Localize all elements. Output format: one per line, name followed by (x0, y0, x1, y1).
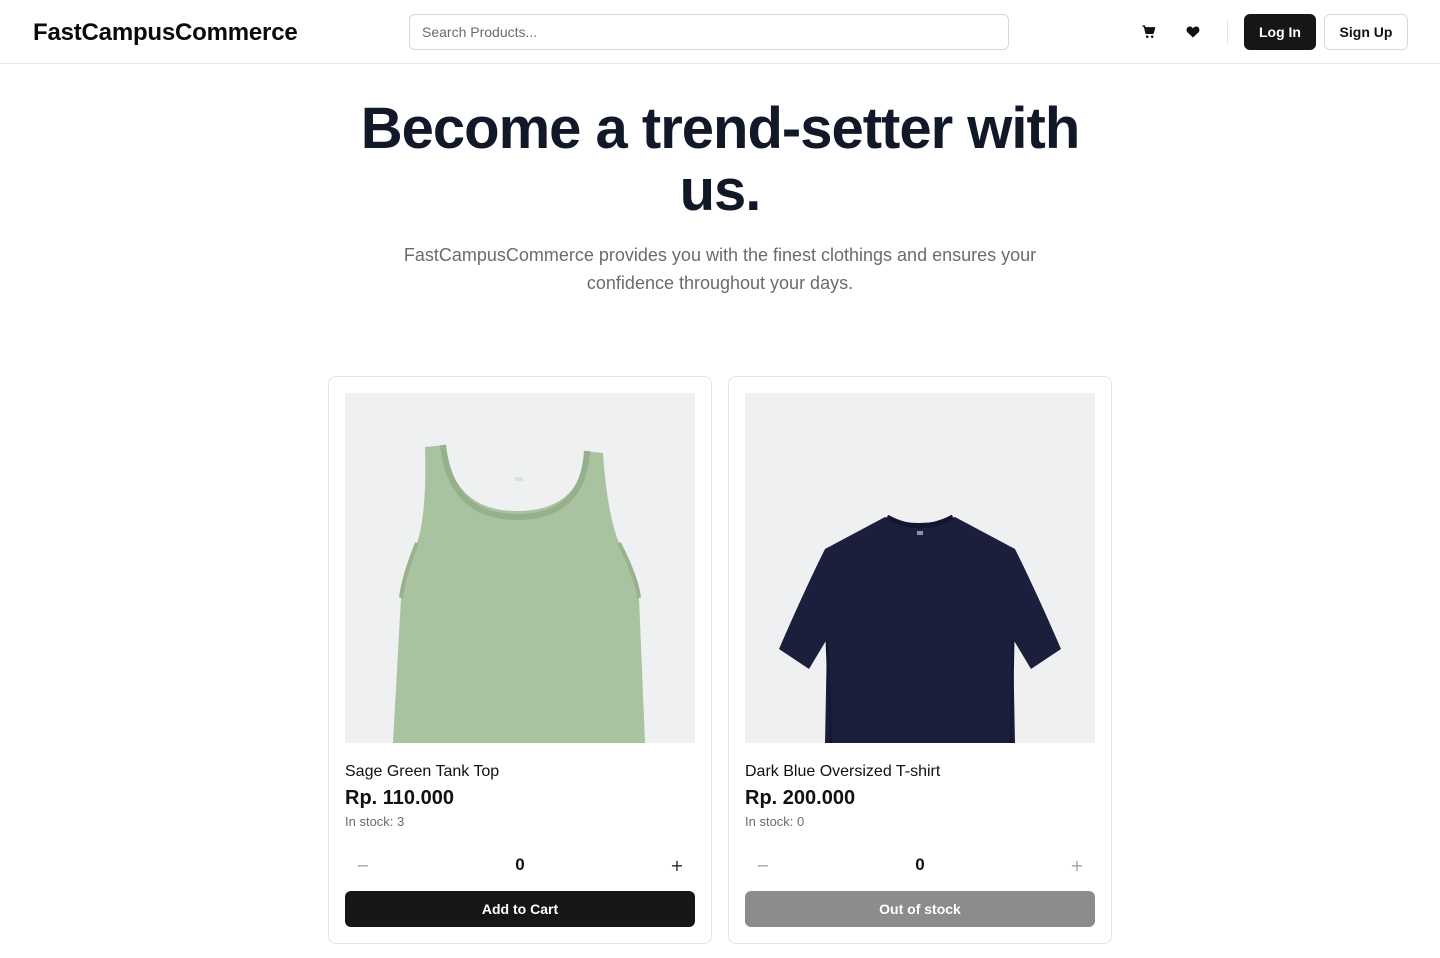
signup-button[interactable]: Sign Up (1324, 14, 1408, 50)
cart-icon (1142, 25, 1156, 38)
quantity-decrement-button[interactable]: − (345, 853, 381, 877)
product-card: Dark Blue Oversized T-shirt Rp. 200.000 … (728, 376, 1112, 944)
quantity-value: 0 (915, 855, 925, 874)
top-navbar: FastCampusCommerce Log In Sign Up (0, 0, 1440, 64)
hero-subtitle: FastCampusCommerce provides you with the… (403, 245, 1037, 293)
heart-icon (1186, 26, 1200, 38)
tank-top-image (345, 393, 695, 743)
product-stock: In stock: 3 (345, 814, 405, 829)
brand-logo[interactable]: FastCampusCommerce (33, 19, 298, 47)
tshirt-image (745, 393, 1095, 743)
login-button[interactable]: Log In (1244, 14, 1316, 50)
product-price: Rp. 200.000 (745, 787, 856, 809)
product-card: Sage Green Tank Top Rp. 110.000 In stock… (328, 376, 712, 944)
quantity-increment-button[interactable]: + (659, 853, 695, 877)
quantity-value: 0 (515, 855, 525, 874)
cart-button[interactable] (1133, 16, 1165, 48)
product-name[interactable]: Dark Blue Oversized T-shirt (745, 763, 940, 781)
wishlist-button[interactable] (1177, 16, 1209, 48)
product-image[interactable] (345, 393, 695, 743)
product-price: Rp. 110.000 (345, 787, 454, 809)
header-divider (1227, 20, 1228, 44)
quantity-increment-button[interactable]: + (1059, 853, 1095, 877)
search-input[interactable] (409, 14, 1009, 50)
product-image[interactable] (745, 393, 1095, 743)
quantity-decrement-button[interactable]: − (745, 853, 781, 877)
out-of-stock-button[interactable]: Out of stock (745, 891, 1095, 927)
product-name[interactable]: Sage Green Tank Top (345, 763, 499, 781)
hero-title: Become a trend-setter with us. (360, 96, 1081, 223)
add-to-cart-button[interactable]: Add to Cart (345, 891, 695, 927)
product-stock: In stock: 0 (745, 814, 805, 829)
